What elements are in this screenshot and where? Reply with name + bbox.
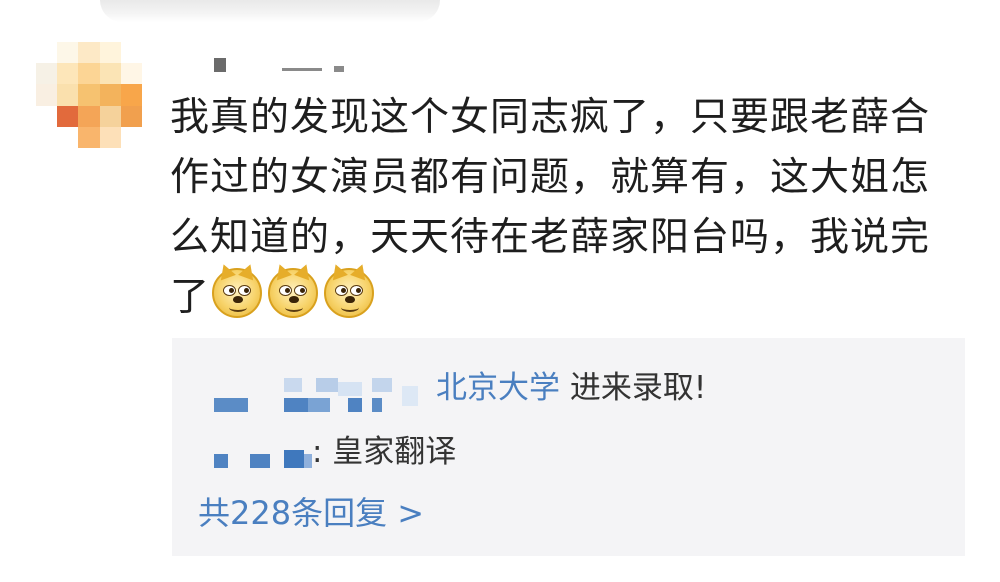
emoji-row <box>212 261 375 318</box>
reply-text: 皇家翻译 <box>322 434 457 470</box>
reply-text: 进来录取! <box>560 370 707 406</box>
more-replies-link[interactable]: 共228条回复 > <box>198 493 424 533</box>
username-mask[interactable] <box>210 58 370 78</box>
doge-emoji-icon <box>212 261 263 318</box>
doge-emoji-icon <box>268 261 319 318</box>
doge-emoji-icon <box>324 261 375 318</box>
avatar[interactable] <box>36 42 142 148</box>
comment-body: 我真的发现这个女同志疯了，只要跟老薛合作过的女演员都有问题，就算有，这大姐怎么知… <box>170 88 960 328</box>
reply-username[interactable]: : <box>312 434 322 470</box>
reply-username[interactable]: 北京大学 <box>436 370 560 406</box>
top-shadow <box>100 0 440 22</box>
